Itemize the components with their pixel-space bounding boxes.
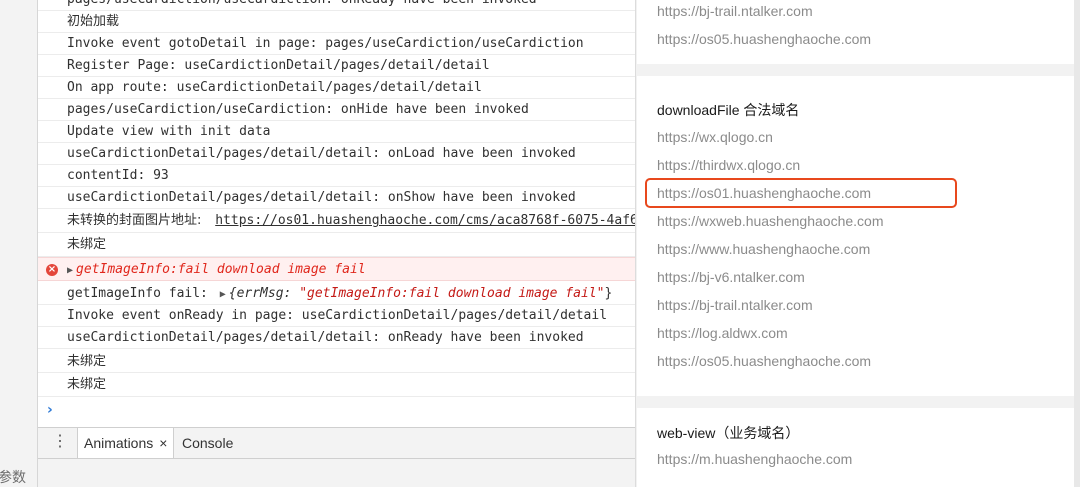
console-line-fail-object: getImageInfo fail: ▶ {errMsg: "getImageIn… <box>38 281 635 305</box>
download-domain-title: downloadFile 合法域名 <box>657 102 800 118</box>
panel-scrollbar[interactable] <box>1074 0 1080 487</box>
domain-item: https://os05.huashenghaoche.com <box>657 31 872 47</box>
console-line: 初始加载 <box>38 11 635 33</box>
console-line: 未绑定 <box>38 233 635 257</box>
object-brace: } <box>604 286 613 301</box>
console-line: Register Page: useCardictionDetail/pages… <box>38 55 635 77</box>
error-message: getImageInfo:fail download image fail <box>76 262 366 277</box>
kebab-menu-icon[interactable]: ⋮ <box>52 433 68 451</box>
request-domain-card: https://bj-trail.ntalker.com https://os0… <box>637 0 1075 64</box>
console-line: pages/useCardiction/useCardiction: onHid… <box>38 99 635 121</box>
domain-item: https://bj-v6.ntalker.com <box>657 269 805 285</box>
download-domain-card: downloadFile 合法域名 https://wx.qlogo.cn ht… <box>637 76 1075 396</box>
domain-item: https://thirdwx.qlogo.cn <box>657 157 801 173</box>
tab-console[interactable]: Console <box>182 428 233 458</box>
domain-item: https://www.huashenghaoche.com <box>657 241 871 257</box>
console-line: useCardictionDetail/pages/detail/detail:… <box>38 143 635 165</box>
console-line: Invoke event gotoDetail in page: pages/u… <box>38 33 635 55</box>
expand-triangle-icon[interactable]: ▶ <box>220 289 226 300</box>
webview-domain-title: web-view（业务域名） <box>657 425 800 441</box>
gutter-label: 参数 <box>0 470 26 486</box>
drawer-toolbar: ⋮ Animations × Console <box>38 427 635 459</box>
console-line: useCardictionDetail/pages/detail/detail:… <box>38 187 635 209</box>
webview-domain-card: web-view（业务域名） https://m.huashenghaoche.… <box>637 408 1075 487</box>
domain-settings-panel: https://bj-trail.ntalker.com https://os0… <box>635 0 1080 487</box>
object-value: "getImageInfo:fail download image fail" <box>299 286 605 301</box>
cover-label: 未转换的封面图片地址: <box>67 213 202 228</box>
console-error-row[interactable]: × ▶ getImageInfo:fail download image fail <box>38 257 635 281</box>
console-prompt-icon[interactable]: › <box>47 402 53 418</box>
domain-item: https://bj-trail.ntalker.com <box>657 3 813 19</box>
close-icon[interactable]: × <box>159 435 167 451</box>
console-line: 未绑定 <box>38 373 635 397</box>
domain-item: https://os05.huashenghaoche.com <box>657 353 872 369</box>
console-line: On app route: useCardictionDetail/pages/… <box>38 77 635 99</box>
domain-item: https://bj-trail.ntalker.com <box>657 297 813 313</box>
console-line: Update view with init data <box>38 121 635 143</box>
cover-url-link[interactable]: https://os01.huashenghaoche.com/cms/aca8… <box>215 213 635 228</box>
error-icon: × <box>46 264 58 276</box>
fail-prefix: getImageInfo fail: <box>67 286 208 301</box>
tab-animations[interactable]: Animations × <box>77 428 175 458</box>
domain-item: https://wxweb.huashenghaoche.com <box>657 213 884 229</box>
console-line: pages/useCardiction/useCardiction: onRea… <box>38 0 635 11</box>
console-line: contentId: 93 <box>38 165 635 187</box>
drawer-content <box>38 459 635 487</box>
console-output[interactable]: pages/useCardiction/useCardiction: onRea… <box>38 0 635 427</box>
domain-item: https://wx.qlogo.cn <box>657 129 773 145</box>
tab-animations-label: Animations <box>84 435 154 451</box>
console-line: 未绑定 <box>38 349 635 373</box>
left-gutter: 参数 <box>0 0 38 487</box>
expand-triangle-icon[interactable]: ▶ <box>67 265 73 276</box>
domain-item: https://m.huashenghaoche.com <box>657 451 853 467</box>
console-line: Invoke event onReady in page: useCardict… <box>38 305 635 327</box>
domain-item: https://log.aldwx.com <box>657 325 788 341</box>
console-line: useCardictionDetail/pages/detail/detail:… <box>38 327 635 349</box>
highlight-box <box>645 178 957 208</box>
console-line-cover-url: 未转换的封面图片地址: https://os01.huashenghaoche.… <box>38 209 635 233</box>
object-key: errMsg: <box>236 286 292 301</box>
object-brace: { <box>228 286 237 301</box>
